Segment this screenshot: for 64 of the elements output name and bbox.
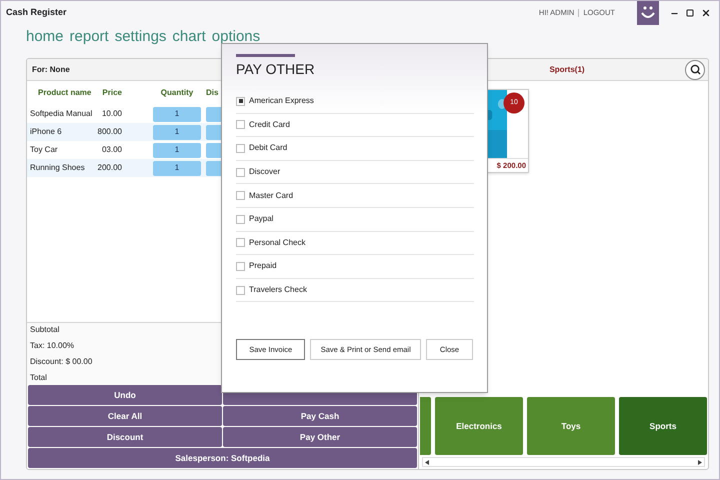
category-tile[interactable]: Sports bbox=[619, 397, 707, 455]
checkbox[interactable] bbox=[236, 168, 245, 177]
category-tile[interactable]: Toys bbox=[527, 397, 615, 455]
payment-option[interactable]: Paypal bbox=[236, 208, 474, 232]
checkbox[interactable] bbox=[236, 96, 245, 106]
nav-link[interactable]: settings bbox=[114, 29, 166, 44]
column-header: Quantity bbox=[160, 87, 194, 99]
action-button[interactable]: Pay Cash bbox=[223, 406, 417, 426]
checkbox[interactable] bbox=[236, 214, 245, 224]
total-label: Discount: $ 00.00 bbox=[30, 356, 92, 368]
total-label: Total bbox=[30, 372, 47, 384]
price-cell: 200.00 bbox=[98, 162, 122, 174]
payment-option[interactable]: Personal Check bbox=[236, 232, 474, 256]
salesperson-button[interactable]: Salesperson: Softpedia bbox=[28, 448, 417, 468]
window-title: Cash Register bbox=[6, 6, 67, 20]
action-button[interactable]: Clear All bbox=[28, 406, 222, 426]
close-icon[interactable] bbox=[701, 8, 711, 18]
customer-label: For: None bbox=[32, 64, 70, 76]
column-header: Product name bbox=[38, 88, 92, 97]
search-icon bbox=[690, 64, 700, 75]
payment-option[interactable]: Debit Card bbox=[236, 137, 474, 161]
column-header: Price bbox=[102, 87, 122, 99]
payment-option[interactable]: Master Card bbox=[236, 184, 474, 208]
search-button[interactable] bbox=[685, 60, 705, 80]
checkbox[interactable] bbox=[236, 191, 245, 200]
price-cell: 10.00 bbox=[102, 108, 122, 120]
nav-link[interactable]: options bbox=[212, 29, 260, 44]
quantity-button[interactable]: 1 bbox=[153, 142, 201, 158]
checkbox[interactable] bbox=[236, 238, 245, 248]
product-name-cell: Softpedia Manual bbox=[30, 108, 92, 120]
product-name-cell: iPhone 6 bbox=[30, 126, 62, 138]
scroll-right-icon[interactable] bbox=[698, 460, 702, 464]
payment-option[interactable]: Travelers Check bbox=[236, 278, 474, 302]
quantity-button[interactable]: 1 bbox=[153, 106, 201, 122]
price-cell: 03.00 bbox=[102, 144, 122, 156]
checkbox[interactable] bbox=[236, 120, 245, 130]
price-cell: 800.00 bbox=[98, 126, 122, 138]
product-name-cell: Running Shoes bbox=[30, 162, 85, 174]
column-header: Dis bbox=[206, 87, 218, 99]
action-button[interactable]: Pay Other bbox=[223, 427, 417, 447]
dialog-title: PAY OTHER bbox=[236, 62, 316, 76]
action-button[interactable]: Undo bbox=[28, 385, 222, 405]
checkbox[interactable] bbox=[236, 262, 245, 271]
maximize-icon[interactable] bbox=[686, 9, 694, 17]
nav-link[interactable]: report bbox=[70, 29, 109, 44]
quantity-button[interactable]: 1 bbox=[153, 160, 201, 176]
product-name-cell: Toy Car bbox=[30, 144, 58, 156]
quantity-button[interactable]: 1 bbox=[153, 124, 201, 140]
payment-option[interactable]: American Express bbox=[236, 90, 474, 114]
checkbox[interactable] bbox=[236, 286, 245, 295]
category-tile[interactable] bbox=[420, 397, 431, 455]
payment-option[interactable]: Prepaid bbox=[236, 255, 474, 279]
payment-option[interactable]: Discover bbox=[236, 160, 474, 184]
category-tile[interactable]: Electronics bbox=[435, 397, 523, 455]
total-label: Tax: 10.00% bbox=[30, 340, 74, 352]
total-label: Subtotal bbox=[30, 324, 60, 336]
payment-option[interactable]: Credit Card bbox=[236, 114, 474, 138]
scroll-left-icon[interactable] bbox=[425, 460, 429, 464]
nav-link[interactable]: home bbox=[26, 29, 64, 44]
action-button[interactable]: Discount bbox=[28, 427, 222, 447]
nav-link[interactable]: chart bbox=[172, 29, 206, 44]
horizontal-scrollbar[interactable] bbox=[422, 457, 705, 467]
checkbox[interactable] bbox=[236, 144, 245, 153]
category-header: Sports(1) bbox=[549, 64, 585, 76]
